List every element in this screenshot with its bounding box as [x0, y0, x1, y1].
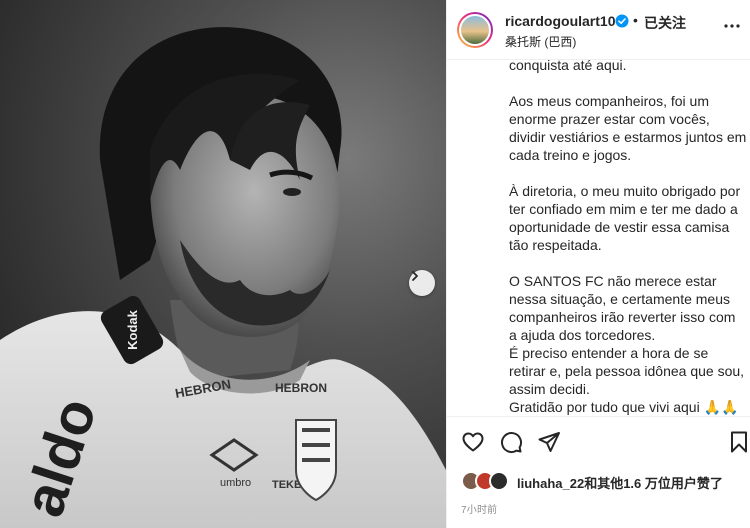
liker-username[interactable]: liuhaha_22 — [517, 476, 584, 491]
caption-paragraph-0: conquista até aqui. — [509, 60, 627, 73]
comment-icon[interactable] — [499, 430, 523, 454]
caption-paragraph-3: O SANTOS FC não merece estar nessa situa… — [509, 273, 736, 343]
caption-area[interactable]: conquista até aqui. Aos meus companheiro… — [447, 60, 750, 416]
caption-paragraph-4: É preciso entender a hora de se retirar … — [509, 345, 745, 397]
heart-icon[interactable] — [461, 430, 485, 454]
caption-paragraph-5: Gratidão por tudo que vivi aqui 🙏🙏 — [509, 399, 739, 415]
liker-avatar — [489, 471, 509, 491]
player-photo-illustration: Kodak HEBRON HEBRON umbro TEKBOND aldo — [0, 27, 446, 528]
likes-count-text[interactable]: 和其他1.6 万位用户赞了 — [584, 476, 723, 491]
next-photo-button[interactable] — [409, 270, 435, 296]
following-button[interactable]: 已关注 — [644, 13, 686, 33]
username-link[interactable]: ricardogoulart10 — [505, 13, 615, 29]
caption-paragraph-1: Aos meus companheiros, foi um enorme pra… — [509, 93, 747, 163]
post-photo[interactable]: Kodak HEBRON HEBRON umbro TEKBOND aldo — [0, 0, 446, 528]
caption-paragraph-2: À diretoria, o meu muito obrigado por te… — [509, 183, 741, 253]
verified-badge-icon — [615, 14, 629, 28]
post-header: ricardogoulart10 • 已关注 桑托斯 (巴西) — [447, 0, 750, 60]
bookmark-icon[interactable] — [727, 430, 750, 454]
chevron-right-icon — [412, 271, 418, 281]
share-icon[interactable] — [537, 430, 561, 454]
liker-avatars[interactable] — [461, 471, 521, 491]
likes-summary[interactable]: liuhaha_22和其他1.6 万位用户赞了 — [517, 473, 723, 492]
location-link[interactable]: 桑托斯 (巴西) — [505, 33, 576, 50]
avatar[interactable] — [457, 12, 493, 48]
jersey-sponsor-text: Kodak — [125, 309, 140, 350]
more-icon[interactable] — [722, 16, 742, 36]
jersey-brand-text: umbro — [220, 477, 251, 489]
jersey-text-2: HEBRON — [275, 381, 327, 395]
post-actions: liuhaha_22和其他1.6 万位用户赞了 7小时前 — [447, 416, 750, 528]
caption-text: conquista até aqui. Aos meus companheiro… — [509, 60, 747, 416]
header-separator: • — [633, 12, 638, 28]
post-timestamp[interactable]: 7小时前 — [461, 501, 497, 516]
post-details-panel: ricardogoulart10 • 已关注 桑托斯 (巴西) conquist… — [446, 0, 750, 528]
